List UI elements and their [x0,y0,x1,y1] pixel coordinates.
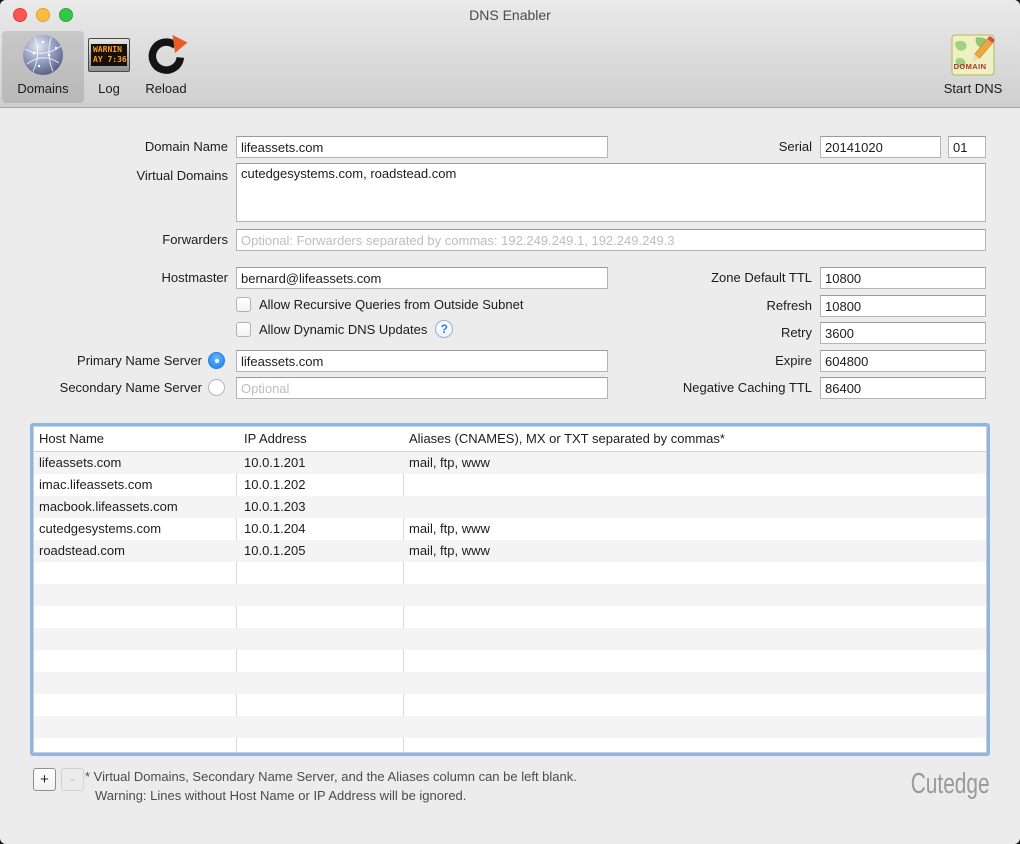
cell-hostname: imac.lifeassets.com [39,477,152,492]
column-header-ip[interactable]: IP Address [244,431,307,446]
table-empty-row [34,716,986,738]
negative-ttl-input[interactable] [820,377,986,399]
hostmaster-label: Hostmaster [0,270,228,285]
led-line1: WARNIN [93,45,127,55]
allow-recursive-label: Allow Recursive Queries from Outside Sub… [259,297,523,312]
retry-label: Retry [600,325,812,340]
window-chrome: DNS Enabler [0,0,1020,108]
forwarders-input[interactable] [236,229,986,251]
table-header: Host Name IP Address Aliases (CNAMES), M… [34,427,986,452]
table-empty-row [34,628,986,650]
led-line2: AY 7:36 P [93,55,127,66]
refresh-label: Refresh [600,298,812,313]
primary-ns-radio[interactable] [208,352,225,369]
hostmaster-input[interactable] [236,267,608,289]
host-table: Host Name IP Address Aliases (CNAMES), M… [30,423,990,756]
cell-ip: 10.0.1.202 [244,477,305,492]
cell-ip: 10.0.1.205 [244,543,305,558]
allow-dynamic-row: Allow Dynamic DNS Updates ? [236,320,453,338]
table-row[interactable]: roadstead.com 10.0.1.205 mail, ftp, www [34,540,986,562]
domain-name-input[interactable] [236,136,608,158]
toolbar-item-label: Reload [145,81,186,96]
toolbar-item-label: Log [98,81,120,96]
add-row-button[interactable]: + [33,768,56,791]
allow-dynamic-label: Allow Dynamic DNS Updates [259,322,427,337]
table-empty-row [34,584,986,606]
table-empty-row [34,562,986,584]
table-empty-row [34,606,986,628]
table-row[interactable]: imac.lifeassets.com 10.0.1.202 [34,474,986,496]
cell-ip: 10.0.1.204 [244,521,305,536]
secondary-ns-radio[interactable] [208,379,225,396]
zone-ttl-label: Zone Default TTL [600,270,812,285]
table-row[interactable]: lifeassets.com 10.0.1.201 mail, ftp, www [34,452,986,474]
expire-label: Expire [600,353,812,368]
serial-label: Serial [640,139,812,154]
footer-note-line2: Warning: Lines without Host Name or IP A… [85,786,577,805]
reload-icon [144,31,188,79]
cell-ip: 10.0.1.201 [244,455,305,470]
virtual-domains-label: Virtual Domains [0,168,228,183]
map-icon-text: DOMAIN [954,62,987,71]
toolbar-item-domains[interactable]: Domains [2,31,84,103]
globe-icon [21,31,65,79]
allow-recursive-checkbox[interactable] [236,297,251,312]
primary-ns-label: Primary Name Server [0,353,202,368]
table-row[interactable]: macbook.lifeassets.com 10.0.1.203 [34,496,986,518]
serial-count-input[interactable] [948,136,986,158]
table-empty-row [34,672,986,694]
cell-aliases: mail, ftp, www [409,521,490,536]
primary-ns-input[interactable] [236,350,608,372]
footer-note: * Virtual Domains, Secondary Name Server… [85,767,577,805]
retry-input[interactable] [820,322,986,344]
toolbar-item-log[interactable]: WARNIN AY 7:36 P Log [86,31,132,103]
allow-recursive-row: Allow Recursive Queries from Outside Sub… [236,297,523,312]
toolbar-item-reload[interactable]: Reload [135,31,197,103]
cell-aliases: mail, ftp, www [409,455,490,470]
map-domain-icon: DOMAIN [951,31,995,79]
toolbar-item-start-dns[interactable]: DOMAIN Start DNS [934,31,1012,103]
app-window: DNS Enabler [0,0,1020,844]
serial-date-input[interactable] [820,136,941,158]
cutedge-logo: Cutedge [911,768,990,801]
table-row[interactable]: cutedgesystems.com 10.0.1.204 mail, ftp,… [34,518,986,540]
virtual-domains-textarea[interactable]: cutedgesystems.com, roadstead.com [236,163,986,222]
cell-hostname: macbook.lifeassets.com [39,499,178,514]
column-header-aliases[interactable]: Aliases (CNAMES), MX or TXT separated by… [409,431,725,446]
forwarders-label: Forwarders [0,232,228,247]
allow-dynamic-checkbox[interactable] [236,322,251,337]
refresh-input[interactable] [820,295,986,317]
toolbar-item-label: Start DNS [944,81,1003,96]
help-icon[interactable]: ? [435,320,453,338]
window-title: DNS Enabler [0,0,1020,30]
cell-hostname: cutedgesystems.com [39,521,161,536]
cell-aliases: mail, ftp, www [409,543,490,558]
footer-note-line1: * Virtual Domains, Secondary Name Server… [85,767,577,786]
remove-row-button[interactable]: - [61,768,84,791]
domain-name-label: Domain Name [0,139,228,154]
cell-hostname: roadstead.com [39,543,125,558]
table-empty-row [34,738,986,753]
secondary-ns-input[interactable] [236,377,608,399]
cell-ip: 10.0.1.203 [244,499,305,514]
table-empty-row [34,650,986,672]
cell-hostname: lifeassets.com [39,455,121,470]
table-empty-row [34,694,986,716]
toolbar-item-label: Domains [17,81,68,96]
zone-ttl-input[interactable] [820,267,986,289]
secondary-ns-label: Secondary Name Server [0,380,202,395]
column-header-hostname[interactable]: Host Name [39,431,104,446]
negative-ttl-label: Negative Caching TTL [600,380,812,395]
expire-input[interactable] [820,350,986,372]
log-led-icon: WARNIN AY 7:36 P [88,31,130,79]
